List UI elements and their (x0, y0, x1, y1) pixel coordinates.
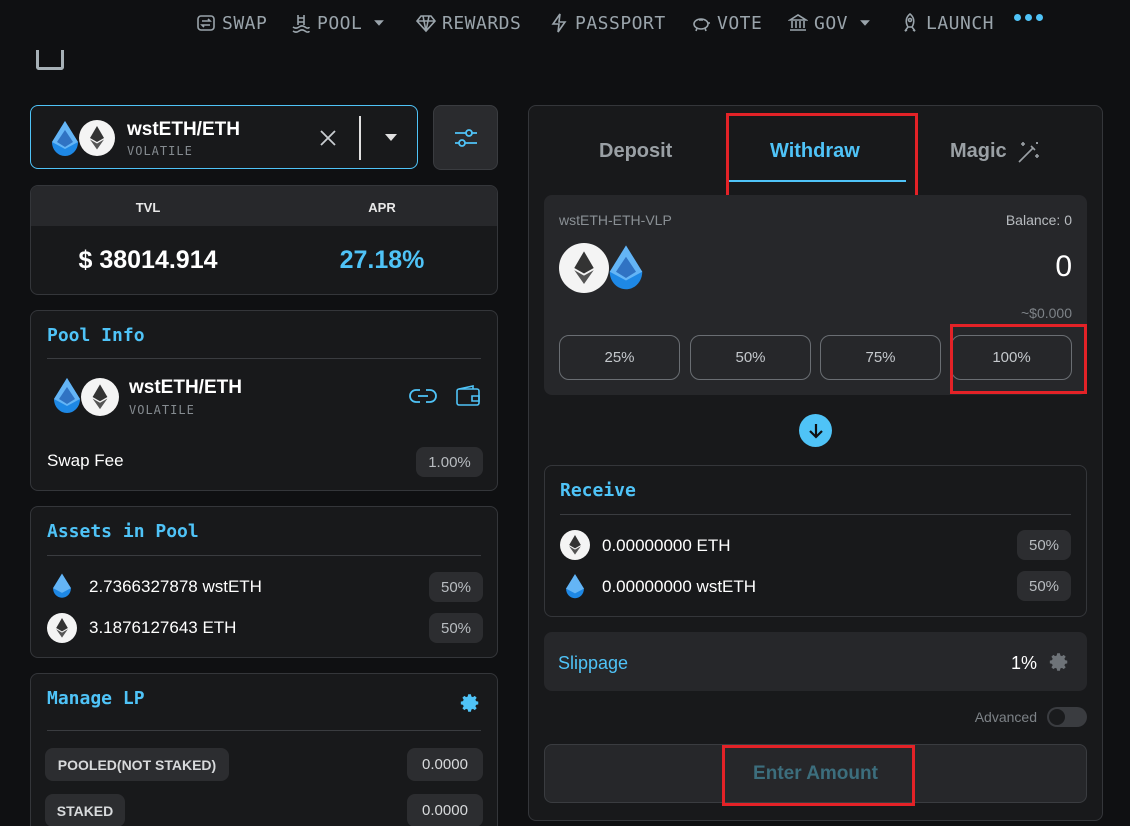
pair-name: wstETH/ETH (127, 119, 240, 140)
tab-deposit[interactable]: Deposit (599, 140, 672, 163)
pooled-value: 0.0000 (407, 748, 483, 781)
bolt-icon (551, 13, 567, 33)
pool-info-title: Pool Info (47, 325, 145, 346)
piggy-icon (693, 18, 710, 32)
slippage-label: Slippage (558, 653, 629, 673)
receive-title: Receive (560, 480, 636, 501)
advanced-label: Advanced (974, 709, 1037, 725)
highlight-submit-button (722, 745, 915, 806)
top-nav: SWAP POOL REWARDS PASSPORT VOTE GOV LAUN… (0, 0, 1130, 46)
receive-share: 50% (1017, 530, 1071, 560)
slippage-value: 1% (1010, 653, 1037, 673)
highlight-withdraw-tab (726, 113, 918, 199)
apr-value: 27.18% (339, 246, 425, 274)
swap-fee-label: Swap Fee (47, 451, 124, 470)
more-menu-icon[interactable] (1014, 14, 1043, 21)
wsteth-icon (52, 121, 78, 156)
balance-text: Balance: 0 (1005, 212, 1072, 228)
clear-icon[interactable] (319, 129, 337, 147)
rocket-icon (904, 13, 916, 32)
pair-selector[interactable]: wstETH/ETH VOLATILE (30, 105, 418, 169)
nav-pool[interactable]: POOL (291, 10, 386, 36)
magic-wand-icon (1018, 142, 1039, 163)
chevron-down-icon (374, 20, 385, 26)
eth-icon (559, 243, 609, 293)
receive-share: 50% (1017, 571, 1071, 601)
manage-lp-panel: Manage LP POOLED(NOT STAKED) 0.0000 STAK… (30, 673, 498, 826)
divider (47, 555, 481, 556)
logo (36, 50, 64, 70)
percent-50-button[interactable]: 50% (690, 335, 811, 380)
staked-value: 0.0000 (407, 794, 483, 826)
asset-share: 50% (429, 572, 483, 602)
tab-magic[interactable]: Magic (950, 140, 1007, 163)
divider (47, 358, 481, 359)
asset-amount: 3.1876127643 ETH (89, 618, 237, 637)
withdraw-amount-input[interactable]: 0 (900, 250, 1072, 284)
eth-icon (560, 530, 590, 560)
chevron-down-icon[interactable] (384, 133, 398, 143)
assets-title: Assets in Pool (47, 521, 199, 542)
bank-icon (788, 14, 808, 31)
lp-token-label: wstETH-ETH-VLP (559, 212, 672, 228)
pool-icon (292, 15, 310, 33)
divider (47, 730, 481, 731)
wsteth-icon (54, 378, 80, 413)
pair-type: VOLATILE (127, 144, 193, 158)
swap-icon (197, 15, 215, 31)
receive-amount: 0.00000000 ETH (602, 536, 731, 555)
nav-swap[interactable]: SWAP (196, 10, 267, 36)
manage-lp-title: Manage LP (47, 688, 145, 709)
asset-share: 50% (429, 613, 483, 643)
pool-name: wstETH/ETH (129, 377, 242, 398)
eth-icon (79, 120, 115, 156)
advanced-toggle[interactable] (1047, 707, 1087, 727)
nav-vote[interactable]: VOTE (691, 10, 762, 36)
pool-type: VOLATILE (129, 403, 195, 417)
apr-label: APR (368, 200, 396, 215)
pooled-label: POOLED(NOT STAKED) (45, 748, 229, 781)
filter-settings-button[interactable] (433, 105, 498, 170)
nav-rewards[interactable]: REWARDS (416, 10, 521, 36)
arrow-down-icon (799, 414, 832, 447)
pool-stats: TVL APR $ 38014.914 27.18% (30, 185, 498, 295)
wallet-icon[interactable] (455, 384, 481, 408)
eth-icon (47, 613, 77, 643)
receive-amount: 0.00000000 wstETH (602, 577, 757, 596)
tvl-label: TVL (135, 200, 161, 215)
percent-25-button[interactable]: 25% (559, 335, 680, 380)
nav-passport[interactable]: PASSPORT (549, 10, 666, 36)
wsteth-icon (566, 574, 584, 599)
assets-panel: Assets in Pool 2.7366327878 wstETH 50% 3… (30, 506, 498, 658)
wsteth-icon (53, 573, 71, 598)
diamond-icon (416, 15, 436, 33)
asset-amount: 2.7366327878 wstETH (89, 577, 262, 596)
divider (560, 514, 1071, 515)
link-icon[interactable] (409, 387, 437, 405)
usd-value: ~$0.000 (1021, 305, 1072, 321)
gear-icon[interactable] (459, 692, 481, 714)
highlight-100-button (950, 324, 1087, 394)
eth-icon (81, 378, 119, 416)
percent-75-button[interactable]: 75% (820, 335, 941, 380)
pool-info-panel: Pool Info wstETH/ETH VOLATILE Swap Fee 1… (30, 310, 498, 491)
nav-launch[interactable]: LAUNCH (900, 10, 994, 36)
wsteth-icon (609, 245, 643, 290)
tvl-value: $ 38014.914 (78, 246, 218, 274)
chevron-down-icon (860, 20, 870, 26)
swap-fee-value: 1.00% (416, 447, 483, 477)
staked-label: STAKED (45, 794, 125, 826)
sliders-icon (454, 128, 477, 147)
selector-divider (359, 116, 361, 160)
gear-icon[interactable] (1048, 651, 1070, 673)
nav-gov[interactable]: GOV (788, 10, 872, 36)
